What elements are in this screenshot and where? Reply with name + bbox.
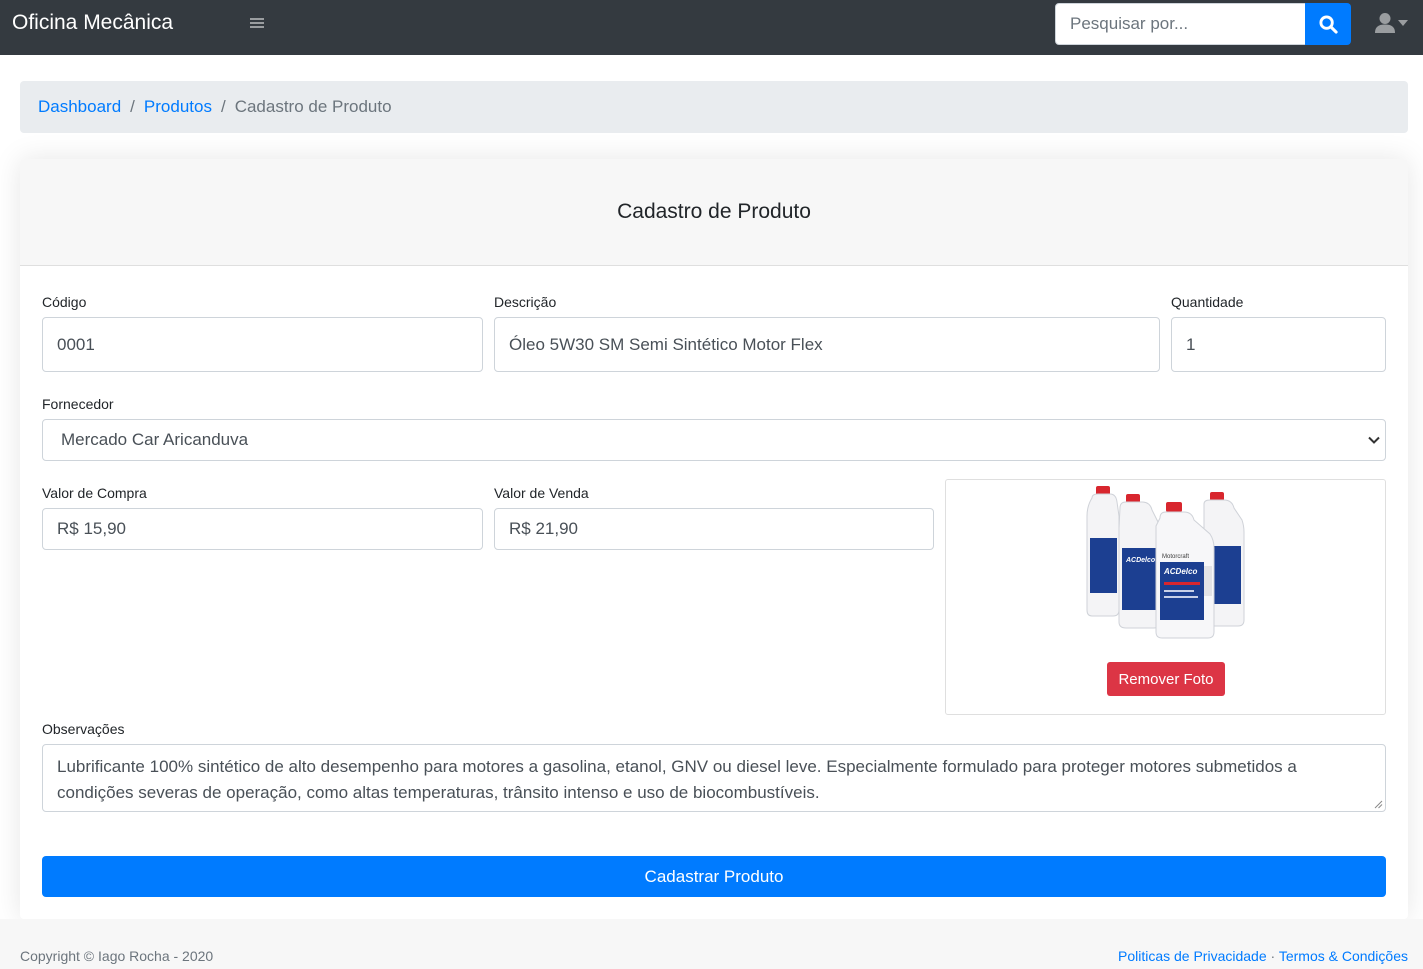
- breadcrumb: Dashboard / Produtos / Cadastro de Produ…: [20, 81, 1408, 133]
- fornecedor-select[interactable]: Mercado Car Aricanduva: [42, 419, 1386, 461]
- product-form-card: Cadastro de Produto Código Descrição Qua…: [20, 159, 1408, 919]
- search-icon: [1318, 14, 1338, 34]
- chevron-down-icon: [1368, 436, 1380, 444]
- caret-down-icon: [1398, 20, 1408, 26]
- search-button[interactable]: [1305, 3, 1351, 45]
- user-menu-toggle[interactable]: [1374, 12, 1414, 36]
- breadcrumb-current: Cadastro de Produto: [234, 97, 392, 116]
- valor-compra-input[interactable]: [42, 508, 483, 550]
- product-photo-panel: ACDelco Motorcraft ACDelco Remover Foto: [945, 479, 1386, 715]
- quantidade-label: Quantidade: [1171, 294, 1244, 310]
- valor-compra-label: Valor de Compra: [42, 485, 147, 501]
- observacoes-text: Lubrificante 100% sintético de alto dese…: [57, 757, 1297, 802]
- observacoes-textarea[interactable]: Lubrificante 100% sintético de alto dese…: [42, 744, 1386, 812]
- footer-separator: ·: [1270, 948, 1276, 964]
- bottle-sub-brand-text: Motorcraft: [1162, 554, 1189, 560]
- breadcrumb-separator: /: [220, 97, 226, 116]
- privacy-policy-link[interactable]: Politicas de Privacidade: [1118, 948, 1267, 964]
- bottle-brand-text: ACDelco: [1125, 557, 1156, 564]
- search-input[interactable]: [1055, 3, 1306, 45]
- remove-photo-button[interactable]: Remover Foto: [1107, 662, 1225, 696]
- valor-venda-label: Valor de Venda: [494, 485, 589, 501]
- product-photo-image: ACDelco Motorcraft ACDelco: [1086, 486, 1245, 639]
- copyright-text: Copyright © Iago Rocha - 2020: [20, 948, 214, 964]
- cadastrar-produto-button[interactable]: Cadastrar Produto: [42, 856, 1386, 897]
- observacoes-label: Observações: [42, 721, 125, 737]
- page-footer: Copyright © Iago Rocha - 2020 Politicas …: [0, 919, 1423, 969]
- user-icon: [1375, 13, 1395, 33]
- top-navbar: Oficina Mecânica: [0, 0, 1423, 55]
- descricao-label: Descrição: [494, 294, 557, 310]
- resize-handle-icon[interactable]: [1374, 800, 1383, 809]
- descricao-input[interactable]: [494, 317, 1160, 372]
- quantidade-input[interactable]: [1171, 317, 1386, 372]
- hamburger-icon[interactable]: [249, 16, 267, 32]
- valor-venda-input[interactable]: [494, 508, 934, 550]
- codigo-input[interactable]: [42, 317, 483, 372]
- fornecedor-label: Fornecedor: [42, 396, 114, 412]
- form-title: Cadastro de Produto: [20, 159, 1408, 266]
- footer-links: Politicas de Privacidade · Termos & Cond…: [1118, 948, 1408, 964]
- breadcrumb-produtos[interactable]: Produtos: [144, 97, 212, 117]
- breadcrumb-separator: /: [130, 97, 135, 116]
- bottle-brand-text: ACDelco: [1163, 567, 1197, 576]
- terms-link[interactable]: Termos & Condições: [1279, 948, 1408, 964]
- fornecedor-selected-value: Mercado Car Aricanduva: [61, 430, 249, 449]
- brand-title[interactable]: Oficina Mecânica: [12, 11, 173, 35]
- breadcrumb-dashboard[interactable]: Dashboard: [38, 97, 121, 117]
- codigo-label: Código: [42, 294, 87, 310]
